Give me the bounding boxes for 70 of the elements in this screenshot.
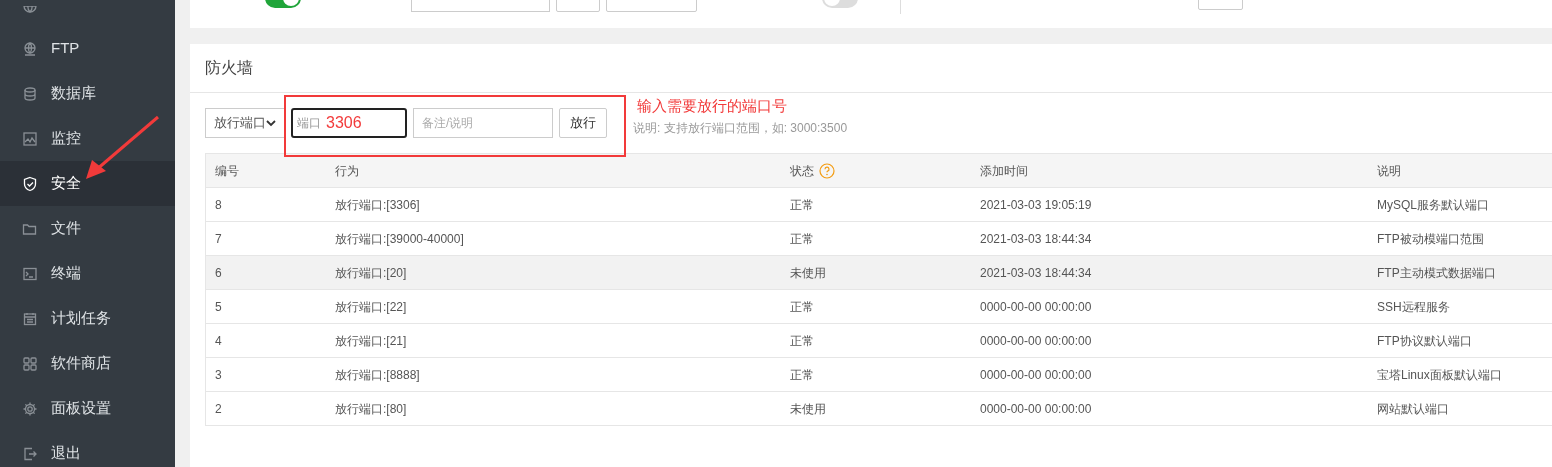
calendar-icon — [22, 310, 38, 327]
table-cell: 0000-00-00 00:00:00 — [980, 401, 1092, 416]
table-cell: 放行端口:[20] — [335, 265, 407, 280]
table-cell: 6 — [215, 265, 222, 280]
table-cell: 宝塔Linux面板默认端口 — [1377, 367, 1502, 382]
column-header: 说明 — [1377, 162, 1401, 180]
caret-icon — [266, 118, 276, 128]
table-cell: FTP主动模式数据端口 — [1377, 265, 1496, 280]
sidebar-item[interactable]: 软件商店 — [0, 341, 175, 386]
note-field[interactable]: 备注/说明 — [413, 108, 553, 138]
table-cell: 放行端口:[21] — [335, 333, 407, 348]
help-icon[interactable] — [819, 162, 835, 179]
table-cell: MySQL服务默认端口 — [1377, 197, 1489, 212]
table-cell: 放行端口:[22] — [335, 299, 407, 314]
table-cell: 0000-00-00 00:00:00 — [980, 299, 1092, 314]
column-header: 状态 — [790, 162, 814, 180]
column-header: 行为 — [335, 162, 359, 180]
rule-type-select[interactable]: 放行端口 — [205, 108, 285, 138]
column-header: 编号 — [215, 162, 239, 180]
sidebar-item[interactable]: 数据库 — [0, 71, 175, 116]
table-cell: 放行端口:[39000-40000] — [335, 231, 464, 246]
sidebar-item[interactable]: 安全 — [0, 161, 175, 206]
grid-icon — [22, 355, 38, 372]
annotation-text: 输入需要放行的端口号 — [637, 96, 787, 116]
table-cell: 0000-00-00 00:00:00 — [980, 333, 1092, 348]
settings-icon — [22, 400, 38, 417]
table-cell: 2021-03-03 18:44:34 — [980, 231, 1092, 246]
table-cell: 未使用 — [790, 265, 826, 280]
table-cell: 4 — [215, 333, 222, 348]
table-cell: 7 — [215, 231, 222, 246]
table-cell: 未使用 — [790, 401, 826, 416]
card-title: 防火墙 — [205, 58, 253, 78]
chart-icon — [22, 130, 38, 147]
sidebar-item[interactable]: 文件 — [0, 206, 175, 251]
database-icon — [22, 85, 38, 102]
sidebar-item[interactable]: 面板设置 — [0, 386, 175, 431]
table-cell: 5 — [215, 299, 222, 314]
table-cell: 8 — [215, 197, 222, 212]
sidebar-item[interactable]: FTP — [0, 26, 175, 71]
table-cell: 放行端口:[80] — [335, 401, 407, 416]
table-cell: 正常 — [790, 333, 814, 348]
table-cell: 正常 — [790, 367, 814, 382]
table-cell: 放行端口:[3306] — [335, 197, 420, 212]
globe-icon — [22, 40, 38, 57]
table-cell: SSH远程服务 — [1377, 299, 1450, 314]
table-cell: 2 — [215, 401, 222, 416]
exit-icon — [22, 445, 38, 462]
shield-check-icon — [22, 175, 38, 192]
port-field[interactable]: 端口 3306 — [291, 108, 407, 138]
table-cell: 2021-03-03 18:44:34 — [980, 265, 1092, 280]
table-cell: 3 — [215, 367, 222, 382]
globe-icon — [22, 6, 38, 14]
allow-button[interactable]: 放行 — [559, 108, 607, 138]
table-cell: 2021-03-03 19:05:19 — [980, 197, 1092, 212]
table-row[interactable]: 6 放行端口:[20] 未使用 2021-03-03 18:44:34 FTP主动模式数据端口 — [206, 256, 1552, 290]
table-cell: 正常 — [790, 231, 814, 246]
table-cell: 正常 — [790, 197, 814, 212]
sidebar-item[interactable]: 终端 — [0, 251, 175, 296]
table-cell: 网站默认端口 — [1377, 401, 1449, 416]
sidebar-item[interactable]: 计划任务 — [0, 296, 175, 341]
sidebar-item[interactable]: 退出 — [0, 431, 175, 467]
terminal-icon — [22, 265, 38, 282]
sidebar-item[interactable]: 监控 — [0, 116, 175, 161]
hint-text: 说明: 支持放行端口范围，如: 3000:3500 — [633, 120, 848, 137]
column-header: 添加时间 — [980, 162, 1028, 180]
table-cell: 正常 — [790, 299, 814, 314]
table-cell: FTP协议默认端口 — [1377, 333, 1472, 348]
table-cell: 放行端口:[8888] — [335, 367, 420, 382]
table-cell: 0000-00-00 00:00:00 — [980, 367, 1092, 382]
table-cell: FTP被动模端口范围 — [1377, 231, 1484, 246]
